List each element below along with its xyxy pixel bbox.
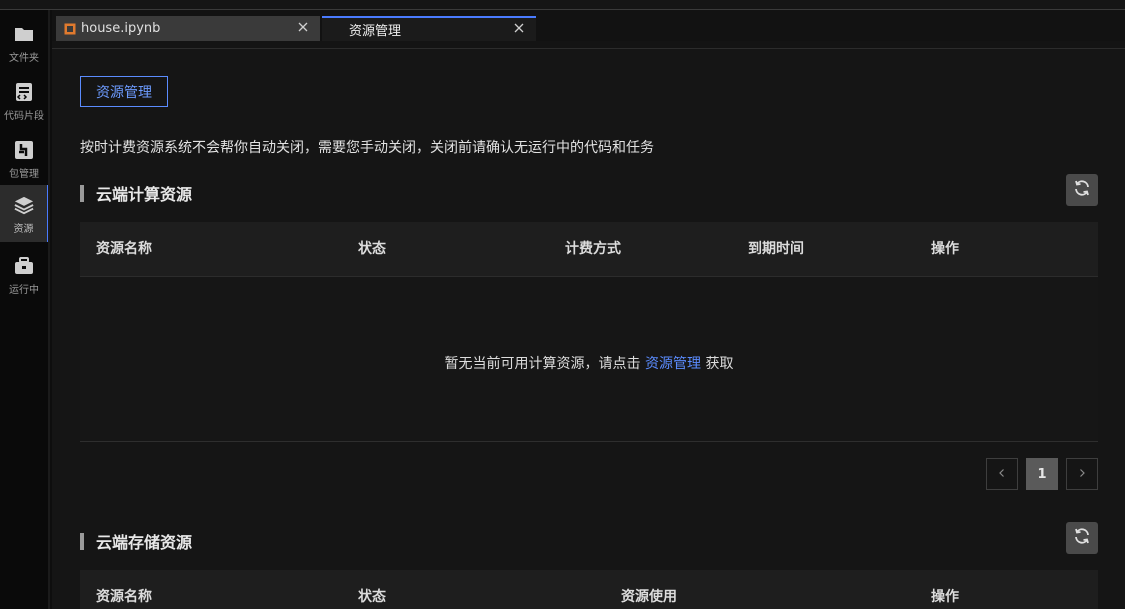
section-title-text: 云端计算资源 — [96, 185, 193, 204]
tab-title: house.ipynb — [81, 21, 161, 36]
sidebar-item-label: 文件夹 — [9, 53, 39, 64]
column-header: 到期时间 — [748, 241, 804, 257]
sidebar-item-label: 代码片段 — [4, 111, 44, 122]
resource-management-button[interactable]: 资源管理 — [80, 76, 168, 107]
package-icon — [14, 140, 34, 160]
tab-bar: house.ipynb 资源管理 — [52, 10, 1125, 41]
compute-section-title: 云端计算资源 — [80, 181, 192, 205]
empty-state-text: 暂无当前可用计算资源，请点击 — [444, 356, 645, 372]
app-window: 文件夹 代码片段 包管理 资源 运行中 house.ipynb 资源管理 资源管… — [0, 0, 1125, 609]
sidebar-item-running[interactable]: 运行中 — [0, 246, 48, 303]
chevron-right-icon — [1077, 467, 1087, 482]
empty-state-suffix: 获取 — [701, 356, 734, 372]
sidebar-item-label: 资源 — [13, 224, 34, 235]
storage-refresh-button[interactable] — [1066, 522, 1098, 554]
code-snippet-icon — [14, 82, 34, 102]
column-header: 计费方式 — [565, 241, 621, 257]
billing-notice: 按时计费资源系统不会帮你自动关闭，需要您手动关闭，关闭前请确认无运行中的代码和任… — [80, 140, 654, 156]
tab-bar-underline — [52, 41, 1125, 49]
sidebar-item-package-manager[interactable]: 包管理 — [0, 130, 48, 187]
top-bar — [0, 0, 1125, 10]
column-header: 状态 — [358, 589, 386, 605]
refresh-icon — [1073, 527, 1091, 549]
compute-table-header: 资源名称 状态 计费方式 到期时间 操作 — [80, 222, 1098, 277]
sidebar-divider — [48, 10, 50, 609]
column-header: 操作 — [931, 241, 959, 257]
resource-management-link[interactable]: 资源管理 — [645, 356, 701, 372]
pagination-page-1[interactable]: 1 — [1026, 458, 1058, 490]
sidebar-item-label: 包管理 — [9, 169, 39, 180]
column-header: 状态 — [358, 241, 386, 257]
sidebar-item-resources[interactable]: 资源 — [0, 185, 49, 242]
tab-house-ipynb[interactable]: house.ipynb — [56, 16, 320, 41]
sidebar: 文件夹 代码片段 包管理 资源 运行中 — [0, 10, 49, 609]
section-marker — [80, 184, 84, 202]
sidebar-item-label: 运行中 — [9, 285, 39, 296]
chevron-left-icon — [997, 467, 1007, 482]
tab-resource-management[interactable]: 资源管理 — [322, 16, 536, 41]
section-title-text: 云端存储资源 — [96, 533, 193, 552]
pagination-next-button[interactable] — [1066, 458, 1098, 490]
sidebar-item-folder[interactable]: 文件夹 — [0, 14, 48, 71]
storage-section-title: 云端存储资源 — [80, 529, 192, 553]
close-icon[interactable] — [296, 20, 310, 34]
empty-state-message: 暂无当前可用计算资源，请点击 资源管理 获取 — [80, 353, 1098, 373]
folder-icon — [14, 24, 34, 44]
notebook-icon — [64, 23, 76, 35]
close-icon[interactable] — [512, 21, 526, 35]
compute-table-body: 暂无当前可用计算资源，请点击 资源管理 获取 — [80, 277, 1098, 442]
column-header: 资源名称 — [96, 241, 152, 257]
layers-icon — [14, 195, 34, 215]
refresh-icon — [1073, 179, 1091, 201]
storage-table-header: 资源名称 状态 资源使用 操作 — [80, 570, 1098, 609]
column-header: 操作 — [931, 589, 959, 605]
resource-panel: 资源管理 按时计费资源系统不会帮你自动关闭，需要您手动关闭，关闭前请确认无运行中… — [52, 49, 1125, 609]
compute-refresh-button[interactable] — [1066, 174, 1098, 206]
pagination-prev-button[interactable] — [986, 458, 1018, 490]
section-marker — [80, 532, 84, 550]
column-header: 资源名称 — [96, 589, 152, 605]
sidebar-item-code-snippets[interactable]: 代码片段 — [0, 72, 48, 129]
tab-title: 资源管理 — [349, 24, 402, 39]
briefcase-icon — [14, 256, 34, 276]
column-header: 资源使用 — [621, 589, 677, 605]
